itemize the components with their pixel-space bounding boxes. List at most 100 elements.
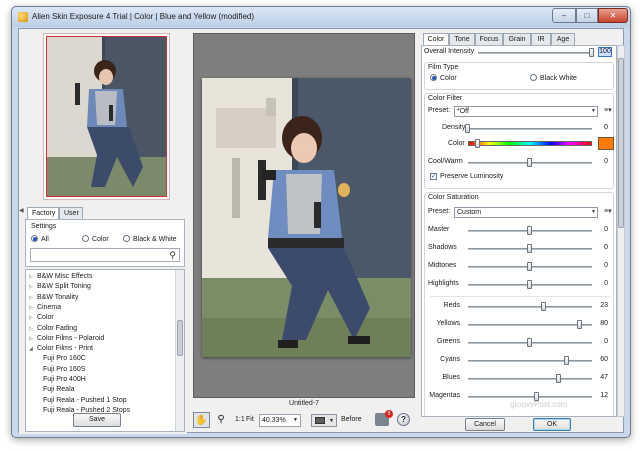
slider-handle[interactable] (527, 262, 532, 271)
overall-intensity-value[interactable]: 100 (598, 47, 612, 57)
preset-list-item[interactable]: Fuji Pro 400H (43, 375, 86, 385)
radio-icon (123, 235, 130, 242)
slider-handle[interactable] (540, 302, 546, 311)
search-icon[interactable]: ⚲ (169, 250, 176, 261)
adjustments-scrollbar[interactable] (617, 45, 625, 417)
color-filter-preset-select[interactable]: *Off ▼ (454, 106, 598, 117)
filter-hue-handle[interactable] (474, 139, 480, 148)
filter-color-swatch[interactable] (598, 137, 614, 150)
preset-list-item[interactable]: Fuji Reala (43, 385, 75, 395)
preserve-luminosity-checkbox[interactable]: ✓ (430, 173, 437, 180)
title-bar[interactable]: Alien Skin Exposure 4 Trial | Color | Bl… (12, 7, 630, 27)
tab-age[interactable]: Age (551, 33, 575, 45)
slider-track[interactable] (468, 396, 592, 398)
thumbnail-image (47, 37, 166, 196)
filter-hue-track[interactable] (468, 141, 592, 146)
zoom-level-select[interactable]: 40.33% ▼ (259, 414, 301, 427)
tab-tone[interactable]: Tone (449, 33, 475, 45)
color-filter-preset-label: Preset: (428, 107, 451, 114)
zoom-one-to-one-button[interactable]: 1:1 (235, 412, 245, 428)
slider-handle[interactable] (527, 280, 532, 289)
density-handle[interactable] (465, 124, 470, 133)
expander-icon[interactable]: ▷ (29, 324, 37, 334)
preset-list-item[interactable]: ▷ Cinema (29, 303, 61, 313)
overall-intensity-handle[interactable] (589, 48, 594, 57)
filter-color-label: Color (92, 236, 109, 243)
minimize-button[interactable]: – (552, 8, 576, 23)
expander-icon[interactable]: ▷ (29, 313, 37, 323)
preset-list-item[interactable]: ◢ Color Films - Print (29, 344, 93, 354)
expander-icon[interactable]: ▷ (29, 282, 37, 292)
preset-list-item-label: Cinema (37, 303, 62, 311)
scrollbar-thumb[interactable] (177, 320, 183, 356)
preset-list-item[interactable]: Fuji Reala - Pushed 1 Stop (43, 396, 127, 406)
tab-user[interactable]: User (59, 207, 83, 219)
preset-list-item[interactable]: Fuji Pro 160S (43, 365, 85, 375)
preset-menu-icon[interactable]: ≡▾ (604, 106, 612, 114)
slider-handle[interactable] (576, 320, 582, 329)
slider-track[interactable] (468, 360, 592, 362)
preset-list-scrollbar[interactable] (175, 270, 184, 431)
preset-list-item[interactable]: ▷ B&W Tonality (29, 293, 79, 303)
tab-focus[interactable]: Focus (475, 33, 503, 45)
save-button[interactable]: Save (73, 413, 121, 427)
collapse-left-icon[interactable]: ◀ (19, 207, 25, 215)
preset-list-item[interactable]: ▷ B&W Misc Effects (29, 272, 93, 282)
film-type-color-radio[interactable]: Color (430, 74, 457, 82)
slider-handle[interactable] (527, 244, 532, 253)
ok-button[interactable]: OK (533, 418, 571, 431)
zoom-fit-button[interactable]: Fit (246, 412, 254, 428)
slider-label: Highlights (428, 280, 459, 287)
preset-search-input[interactable]: ⚲ (30, 248, 180, 262)
preset-list-item[interactable]: Fuji Pro 160C (43, 354, 86, 364)
help-icon[interactable]: ? (397, 413, 410, 426)
slider-handle[interactable] (527, 226, 532, 235)
slider-handle[interactable] (555, 374, 561, 383)
preset-list-item-label: B&W Misc Effects (37, 273, 93, 280)
chevron-down-icon: ▼ (329, 418, 334, 424)
before-mode-select[interactable]: ▼ (311, 414, 337, 427)
cool-warm-handle[interactable] (527, 158, 532, 167)
slider-handle[interactable] (527, 338, 532, 347)
expander-icon[interactable]: ▷ (29, 272, 37, 282)
expander-icon[interactable]: ▷ (29, 334, 37, 344)
tab-ir[interactable]: IR (531, 33, 551, 45)
preview-canvas[interactable] (193, 33, 415, 398)
close-button[interactable]: ✕ (598, 8, 628, 23)
slider-track[interactable] (468, 378, 592, 380)
zoom-tool-icon[interactable]: ⚲ (214, 412, 228, 428)
tab-grain[interactable]: Grain (503, 33, 531, 45)
color-filter-label: Color Filter (428, 95, 463, 102)
notification-icon[interactable]: 9 (375, 410, 393, 426)
expander-icon[interactable]: ◢ (29, 344, 37, 354)
preset-list-item[interactable]: ▷ Color Fading (29, 324, 77, 334)
filter-bw-radio[interactable]: Black & White (123, 235, 177, 243)
density-track[interactable] (468, 128, 592, 130)
preset-list-item[interactable]: ▷ Color (29, 313, 54, 323)
color-saturation-preset-select[interactable]: Custom ▼ (454, 207, 598, 218)
expander-icon[interactable]: ▷ (29, 303, 37, 313)
preset-menu-icon[interactable]: ≡▾ (604, 207, 612, 215)
film-type-bw-label: Black White (540, 75, 577, 82)
presets-panel: ◀ Factory User Settings All Color Black … (19, 29, 187, 434)
slider-value: 0 (604, 338, 608, 345)
chevron-down-icon: ▼ (591, 209, 596, 215)
hand-tool-icon[interactable]: ✋ (193, 412, 210, 428)
maximize-button[interactable]: □ (576, 8, 598, 23)
navigator-thumbnail[interactable] (46, 36, 167, 197)
filter-color-radio[interactable]: Color (82, 235, 109, 243)
before-label[interactable]: Before (341, 412, 362, 428)
expander-icon[interactable]: ▷ (29, 293, 37, 303)
overall-intensity-track[interactable] (478, 52, 592, 54)
slider-handle[interactable] (564, 356, 570, 365)
slider-track[interactable] (468, 324, 592, 326)
scrollbar-thumb[interactable] (618, 58, 624, 228)
film-type-bw-radio[interactable]: Black White (530, 74, 577, 82)
preset-list-item-label: Color Films - Polaroid (37, 334, 105, 342)
slider-track[interactable] (468, 306, 592, 308)
preset-list-item[interactable]: ▷ Color Films - Polaroid (29, 334, 104, 344)
cancel-button[interactable]: Cancel (465, 418, 505, 431)
preset-list-item-label: Color Fading (37, 324, 78, 332)
preset-list-item[interactable]: ▷ B&W Split Toning (29, 282, 91, 292)
filter-all-radio[interactable]: All (31, 235, 49, 243)
